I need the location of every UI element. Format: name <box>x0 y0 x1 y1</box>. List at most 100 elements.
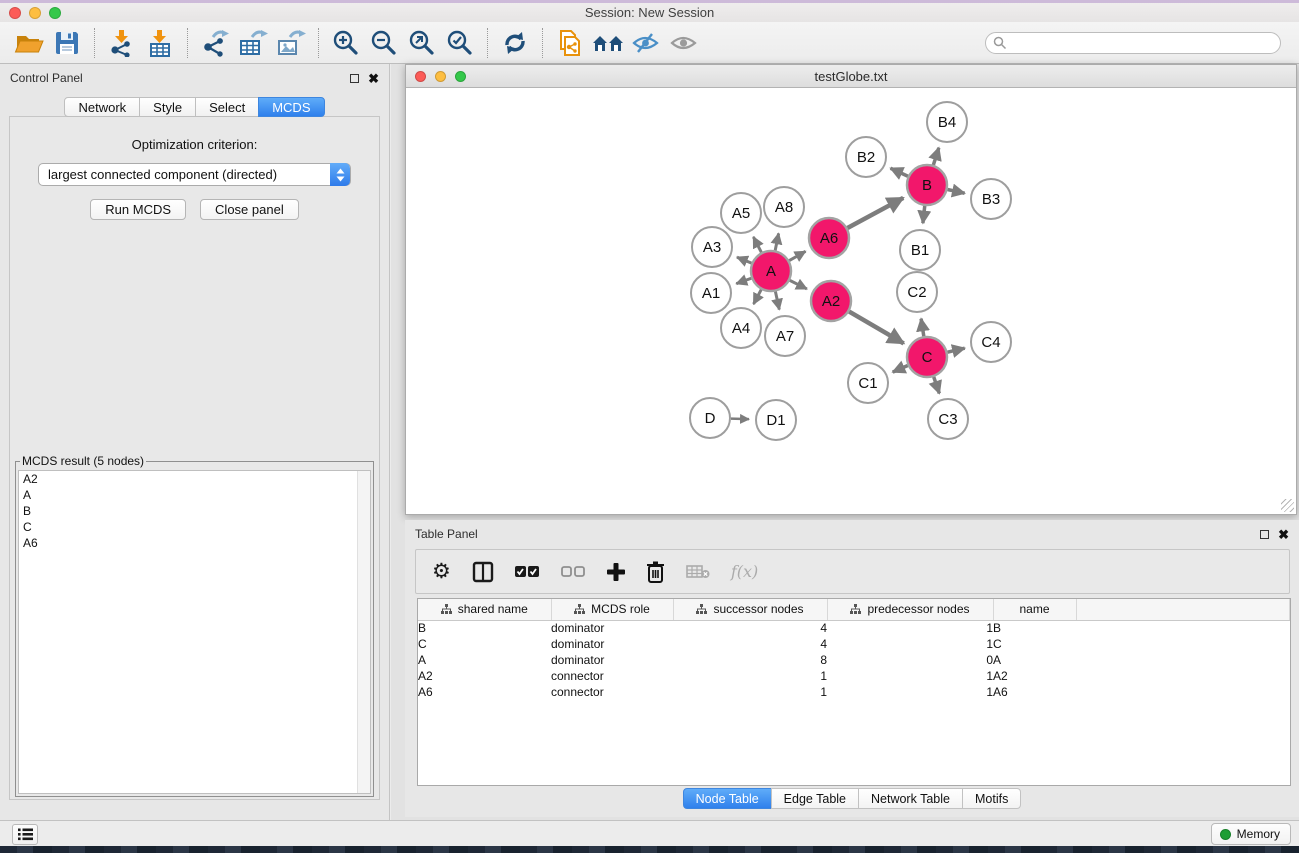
export-image-icon <box>276 29 306 57</box>
control-panel-header: Control Panel ✖ <box>0 64 389 92</box>
graph-edge-A2-C[interactable] <box>849 312 904 344</box>
graph-edge-A-A3[interactable] <box>737 257 752 263</box>
list-item[interactable]: B <box>19 503 370 519</box>
tab-node-table[interactable]: Node Table <box>683 788 772 809</box>
graph-node-label: A <box>766 263 776 280</box>
graph-node-label: A7 <box>776 328 794 345</box>
graph-edge-C-C1[interactable] <box>893 365 908 372</box>
graph-edge-A6-B[interactable] <box>847 198 903 228</box>
network-window-titlebar[interactable]: testGlobe.txt <box>406 65 1296 88</box>
export-network-icon <box>200 29 230 57</box>
graph-edge-B-B4[interactable] <box>933 148 938 165</box>
toolbar-separator <box>318 28 319 58</box>
column-header-name[interactable]: name <box>993 599 1076 620</box>
graph-edge-C-C3[interactable] <box>934 377 940 394</box>
show-columns-button[interactable] <box>472 559 494 585</box>
float-panel-icon[interactable] <box>1260 530 1269 539</box>
add-column-button[interactable] <box>607 559 625 585</box>
run-mcds-button[interactable]: Run MCDS <box>90 199 186 220</box>
column-header-shared-name[interactable]: shared name <box>418 599 551 620</box>
graph-node-label: A4 <box>732 320 750 337</box>
table-row[interactable]: Bdominator 41 B <box>418 620 1290 636</box>
export-network-button[interactable] <box>196 26 234 60</box>
graph-edge-A-A5[interactable] <box>753 237 761 252</box>
graph-edge-A-A4[interactable] <box>754 290 762 305</box>
graph-edge-A-A7[interactable] <box>775 292 779 310</box>
table-panel-header: Table Panel ✖ <box>405 520 1299 548</box>
close-panel-icon[interactable]: ✖ <box>368 72 379 85</box>
graph-edge-B-B2[interactable] <box>891 168 908 176</box>
select-all-button[interactable] <box>515 559 540 585</box>
float-panel-icon[interactable] <box>350 74 359 83</box>
graph-edge-B-B1[interactable] <box>923 206 925 223</box>
zoom-in-icon <box>332 29 360 57</box>
status-bar: Memory <box>0 820 1299 846</box>
duplicate-network-button[interactable] <box>551 26 589 60</box>
list-item[interactable]: A6 <box>19 535 370 551</box>
gear-icon: ⚙ <box>432 561 451 582</box>
task-history-button[interactable] <box>12 824 38 845</box>
network-canvas[interactable]: AA6A2BCA5A8A3A1A4A7B2B4B3B1C2C1C4C3DD1 <box>406 88 1296 514</box>
graph-node-label: C4 <box>981 334 1000 351</box>
tab-motifs[interactable]: Motifs <box>962 788 1021 809</box>
import-table-button[interactable] <box>141 26 179 60</box>
zoom-fit-button[interactable] <box>403 26 441 60</box>
memory-button[interactable]: Memory <box>1211 823 1291 845</box>
graph-node-label: A6 <box>820 230 838 247</box>
search-icon <box>993 36 1007 50</box>
graph-node-label: C2 <box>907 284 926 301</box>
deselect-all-button[interactable] <box>561 559 586 585</box>
select-all-icon <box>515 565 540 578</box>
close-panel-button[interactable]: Close panel <box>200 199 299 220</box>
graph-node-label: B3 <box>982 191 1000 208</box>
graph-edge-A-A8[interactable] <box>775 233 778 250</box>
window-resize-grip[interactable] <box>1281 499 1294 512</box>
graph-node-label: B1 <box>911 242 929 259</box>
graph-edge-C-C2[interactable] <box>921 319 924 337</box>
graph-edge-A-A6[interactable] <box>789 251 805 260</box>
graph-edge-C-C4[interactable] <box>947 348 964 352</box>
network-overview-button[interactable] <box>589 26 627 60</box>
delete-columns-button[interactable] <box>646 559 665 585</box>
import-network-button[interactable] <box>103 26 141 60</box>
graph-edge-D-D1[interactable] <box>731 419 749 420</box>
tab-network-table[interactable]: Network Table <box>858 788 963 809</box>
tab-mcds[interactable]: MCDS <box>258 97 324 117</box>
optimization-criterion-select[interactable]: largest connected component (directed) <box>38 163 351 186</box>
tab-style[interactable]: Style <box>139 97 196 117</box>
export-image-button[interactable] <box>272 26 310 60</box>
graph-edge-A-A2[interactable] <box>790 280 807 289</box>
open-session-icon <box>14 30 44 56</box>
table-row[interactable]: A2connector 11 A2 <box>418 668 1290 684</box>
table-row[interactable]: Cdominator 41 C <box>418 636 1290 652</box>
search-input[interactable] <box>985 32 1281 54</box>
close-panel-icon[interactable]: ✖ <box>1278 528 1289 541</box>
result-scrollbar[interactable] <box>357 471 370 793</box>
list-item[interactable]: A2 <box>19 471 370 487</box>
list-item[interactable]: C <box>19 519 370 535</box>
graph-node-label: D1 <box>766 412 785 429</box>
save-session-button[interactable] <box>48 26 86 60</box>
graph-node-label: C <box>922 349 933 366</box>
export-table-button[interactable] <box>234 26 272 60</box>
table-row[interactable]: A6connector 11 A6 <box>418 684 1290 700</box>
apply-layout-button[interactable] <box>496 26 534 60</box>
tab-edge-table[interactable]: Edge Table <box>771 788 859 809</box>
graph-edge-B-B3[interactable] <box>948 189 965 193</box>
list-item[interactable]: A <box>19 487 370 503</box>
open-session-button[interactable] <box>10 26 48 60</box>
zoom-out-button[interactable] <box>365 26 403 60</box>
column-header-successor-nodes[interactable]: successor nodes <box>673 599 827 620</box>
table-row[interactable]: Adominator 80 A <box>418 652 1290 668</box>
column-header-mcds-role[interactable]: MCDS role <box>551 599 673 620</box>
table-settings-button[interactable]: ⚙ <box>432 559 451 585</box>
tab-network[interactable]: Network <box>64 97 140 117</box>
zoom-in-button[interactable] <box>327 26 365 60</box>
hide-selected-button[interactable] <box>627 26 665 60</box>
zoom-selected-button[interactable] <box>441 26 479 60</box>
column-header-predecessor-nodes[interactable]: predecessor nodes <box>827 599 993 620</box>
show-all-button[interactable] <box>665 26 703 60</box>
network-graph: AA6A2BCA5A8A3A1A4A7B2B4B3B1C2C1C4C3DD1 <box>406 88 1296 514</box>
tab-select[interactable]: Select <box>195 97 259 117</box>
graph-edge-A-A1[interactable] <box>736 278 751 283</box>
